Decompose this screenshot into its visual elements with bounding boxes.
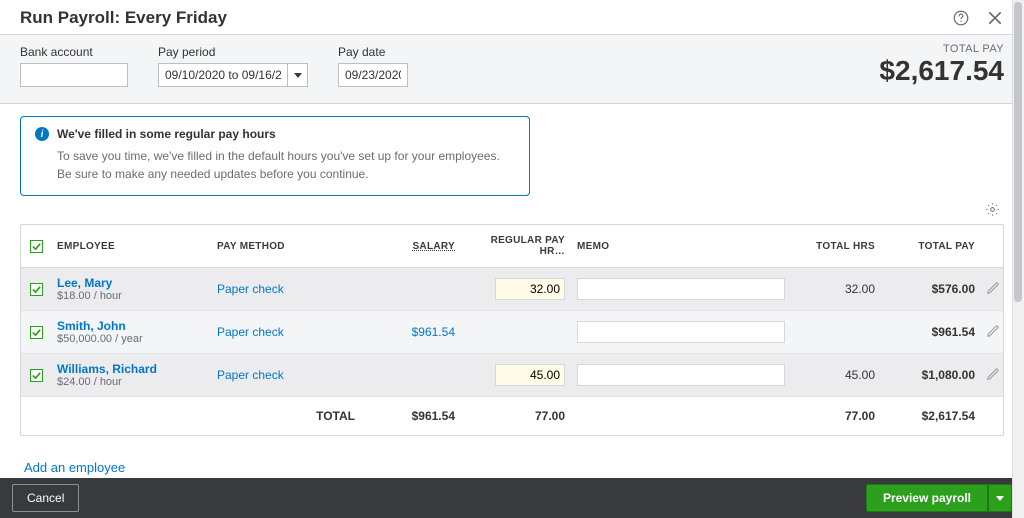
preview-payroll-dropdown[interactable] [988, 484, 1012, 512]
employee-rate: $50,000.00 / year [57, 333, 205, 345]
total-pay-amount: $2,617.54 [879, 55, 1004, 87]
table-row: Smith, John$50,000.00 / yearPaper check$… [21, 311, 1003, 354]
memo-input[interactable] [577, 364, 785, 386]
row-checkbox[interactable] [30, 326, 43, 339]
info-banner: i We've filled in some regular pay hours… [20, 116, 530, 196]
tfoot-label: TOTAL [211, 407, 361, 425]
footer-bar: Cancel Preview payroll [0, 478, 1024, 518]
row-total-pay: $961.54 [881, 323, 981, 341]
row-checkbox[interactable] [30, 369, 43, 382]
th-paymethod: PAY METHOD [211, 231, 361, 262]
preview-payroll-button[interactable]: Preview payroll [866, 484, 988, 512]
total-hours: 32.00 [791, 280, 881, 298]
memo-input[interactable] [577, 321, 785, 343]
total-hours [791, 330, 881, 334]
table-row: Lee, Mary$18.00 / hour Paper check 32.00$5… [21, 268, 1003, 311]
paydate-label: Pay date [338, 45, 408, 59]
salary-link [361, 287, 461, 291]
payperiod-label: Pay period [158, 45, 308, 59]
tfoot-totalpay: $2,617.54 [881, 407, 981, 425]
pay-method-link[interactable]: Paper check [211, 366, 361, 384]
pencil-icon[interactable] [986, 281, 1000, 298]
table-row: Williams, Richard$24.00 / hour Paper chec… [21, 354, 1003, 397]
employee-name-link[interactable]: Lee, Mary [57, 276, 205, 290]
th-salary[interactable]: SALARY [361, 231, 461, 262]
regular-hours-input[interactable] [495, 278, 565, 300]
th-regpay: REGULAR PAY HR… [461, 225, 571, 267]
th-memo: MEMO [571, 231, 791, 262]
salary-link[interactable]: $961.54 [361, 323, 461, 341]
employee-rate: $18.00 / hour [57, 290, 205, 302]
gear-icon[interactable] [985, 202, 1000, 217]
pay-period-input[interactable] [158, 63, 288, 87]
total-hours: 45.00 [791, 366, 881, 384]
pay-method-link[interactable]: Paper check [211, 323, 361, 341]
th-totalhrs: TOTAL HRS [791, 231, 881, 262]
employee-rate: $24.00 / hour [57, 376, 205, 388]
regular-hours-input[interactable] [495, 364, 565, 386]
tfoot-reghrs: 77.00 [461, 407, 571, 425]
total-pay-label: TOTAL PAY [879, 43, 1004, 55]
select-all-checkbox[interactable] [30, 240, 43, 253]
pay-period-dropdown[interactable] [288, 63, 308, 87]
row-checkbox[interactable] [30, 283, 43, 296]
help-icon[interactable] [952, 9, 970, 27]
th-employee: EMPLOYEE [51, 231, 211, 262]
row-total-pay: $1,080.00 [881, 366, 981, 384]
scrollbar-thumb[interactable] [1014, 2, 1022, 302]
pay-method-link[interactable]: Paper check [211, 280, 361, 298]
employee-name-link[interactable]: Williams, Richard [57, 362, 205, 376]
page-header: Run Payroll: Every Friday [0, 0, 1024, 30]
employee-name-link[interactable]: Smith, John [57, 319, 205, 333]
bank-account-input[interactable] [20, 63, 128, 87]
pay-date-input[interactable] [338, 63, 408, 87]
page-title: Run Payroll: Every Friday [20, 8, 227, 28]
cancel-button[interactable]: Cancel [12, 484, 79, 512]
inputs-row: Bank account Pay period Pay date TOTAL P… [0, 35, 1024, 104]
salary-link [361, 373, 461, 377]
scrollbar-track [1012, 0, 1024, 518]
row-total-pay: $576.00 [881, 280, 981, 298]
th-totalpay: TOTAL PAY [881, 231, 981, 262]
tfoot-totalhrs: 77.00 [791, 407, 881, 425]
info-body: To save you time, we've filled in the de… [57, 147, 515, 183]
tfoot-salary: $961.54 [361, 407, 461, 425]
memo-input[interactable] [577, 278, 785, 300]
pencil-icon[interactable] [986, 324, 1000, 341]
pencil-icon[interactable] [986, 367, 1000, 384]
payroll-table: EMPLOYEE PAY METHOD SALARY REGULAR PAY H… [20, 224, 1004, 436]
info-icon: i [35, 127, 49, 141]
add-employee-link[interactable]: Add an employee [24, 460, 125, 475]
bank-label: Bank account [20, 45, 128, 59]
close-icon[interactable] [986, 9, 1004, 27]
info-title: We've filled in some regular pay hours [57, 127, 276, 141]
